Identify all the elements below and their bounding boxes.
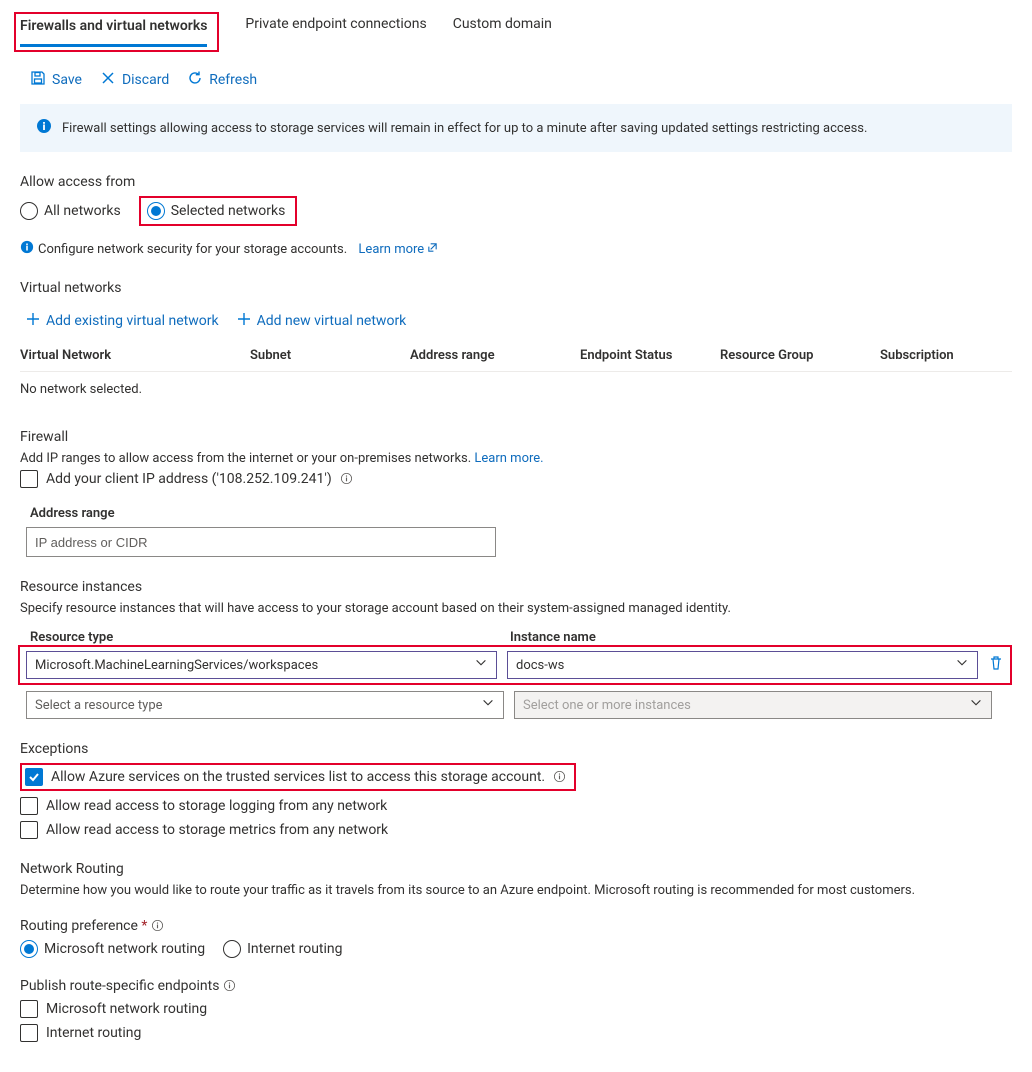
info-icon [151,918,164,934]
add-client-ip-checkbox[interactable] [20,470,38,488]
col-subnet: Subnet [250,340,410,372]
refresh-icon [187,70,203,90]
exceptions-title: Exceptions [20,741,1012,757]
radio-all-networks-label: All networks [44,203,121,219]
tab-custom-domain[interactable]: Custom domain [453,12,552,52]
col-range: Address range [410,340,580,372]
allow-trusted-label: Allow Azure services on the trusted serv… [51,769,545,785]
chevron-down-icon [481,696,495,714]
radio-all-networks[interactable]: All networks [20,202,121,220]
save-icon [30,70,46,90]
refresh-button[interactable]: Refresh [187,70,257,90]
chevron-down-icon [955,656,969,674]
publish-endpoints-label: Publish route-specific endpoints [20,978,219,994]
allow-logging-checkbox[interactable] [20,797,38,815]
info-icon [553,769,566,785]
refresh-label: Refresh [209,72,257,88]
firewall-title: Firewall [20,429,1012,445]
col-instance-name: Instance name [510,630,1012,645]
info-icon [36,118,52,138]
learn-more-link[interactable]: Learn more [358,242,438,257]
plus-icon [26,312,40,330]
routing-pref-label: Routing preference [20,918,138,934]
vnets-title: Virtual networks [20,280,1012,296]
resource-instances-desc: Specify resource instances that will hav… [20,601,1012,616]
radio-internet-routing[interactable]: Internet routing [223,940,342,958]
chevron-down-icon [474,656,488,674]
col-vnet: Virtual Network [20,340,250,372]
allow-logging-label: Allow read access to storage logging fro… [46,798,387,814]
allow-access-label: Allow access from [20,174,1012,190]
delete-row-button[interactable] [988,655,1004,675]
plus-icon [237,312,251,330]
vnets-empty: No network selected. [20,372,1012,407]
close-icon [100,70,116,90]
radio-selected-highlight: Selected networks [139,196,298,226]
tab-firewalls[interactable]: Firewalls and virtual networks [20,14,207,47]
info-icon [20,240,34,258]
tabs: Firewalls and virtual networks Private e… [20,0,1012,52]
toolbar: Save Discard Refresh [20,52,1012,104]
instance-name-placeholder-select[interactable]: Select one or more instances [514,691,992,719]
resource-type-placeholder-select[interactable]: Select a resource type [26,691,504,719]
allow-metrics-checkbox[interactable] [20,821,38,839]
resource-type-select[interactable]: Microsoft.MachineLearningServices/worksp… [26,651,497,679]
exception-highlight: Allow Azure services on the trusted serv… [20,763,576,791]
info-banner: Firewall settings allowing access to sto… [20,104,1012,152]
discard-label: Discard [122,72,169,88]
firewall-desc: Add IP ranges to allow access from the i… [20,451,471,466]
add-client-ip-label: Add your client IP address ('108.252.109… [46,471,332,487]
save-button[interactable]: Save [30,70,82,90]
col-sub: Subscription [880,340,1012,372]
col-resource-type: Resource type [20,630,510,645]
info-banner-text: Firewall settings allowing access to sto… [62,121,867,136]
allow-trusted-checkbox[interactable] [25,768,43,786]
info-icon [223,978,236,994]
resource-instances-title: Resource instances [20,579,1012,595]
add-new-vnet-button[interactable]: Add new virtual network [237,312,407,330]
address-range-label: Address range [30,506,1012,521]
resource-instances-highlight: Microsoft.MachineLearningServices/worksp… [18,645,1012,685]
radio-selected-networks-label: Selected networks [171,203,286,219]
allow-metrics-label: Allow read access to storage metrics fro… [46,822,388,838]
col-endpoint: Endpoint Status [580,340,720,372]
tab-firewalls-highlight: Firewalls and virtual networks [14,12,219,52]
discard-button[interactable]: Discard [100,70,169,90]
info-icon [340,471,353,487]
vnets-table: Virtual Network Subnet Address range End… [20,340,1012,372]
configure-text: Configure network security for your stor… [38,242,347,257]
chevron-down-icon [969,696,983,714]
instance-name-select[interactable]: docs-ws [507,651,978,679]
col-rg: Resource Group [720,340,880,372]
radio-selected-networks[interactable]: Selected networks [147,202,286,220]
tab-private-endpoints[interactable]: Private endpoint connections [245,12,426,52]
routing-title: Network Routing [20,861,1012,877]
radio-ms-routing[interactable]: Microsoft network routing [20,940,205,958]
publish-ms-checkbox[interactable] [20,1000,38,1018]
firewall-learn-more-link[interactable]: Learn more. [474,451,543,466]
routing-desc: Determine how you would like to route yo… [20,883,1012,898]
save-label: Save [52,72,82,88]
address-range-input[interactable] [26,527,496,557]
add-existing-vnet-button[interactable]: Add existing virtual network [26,312,219,330]
